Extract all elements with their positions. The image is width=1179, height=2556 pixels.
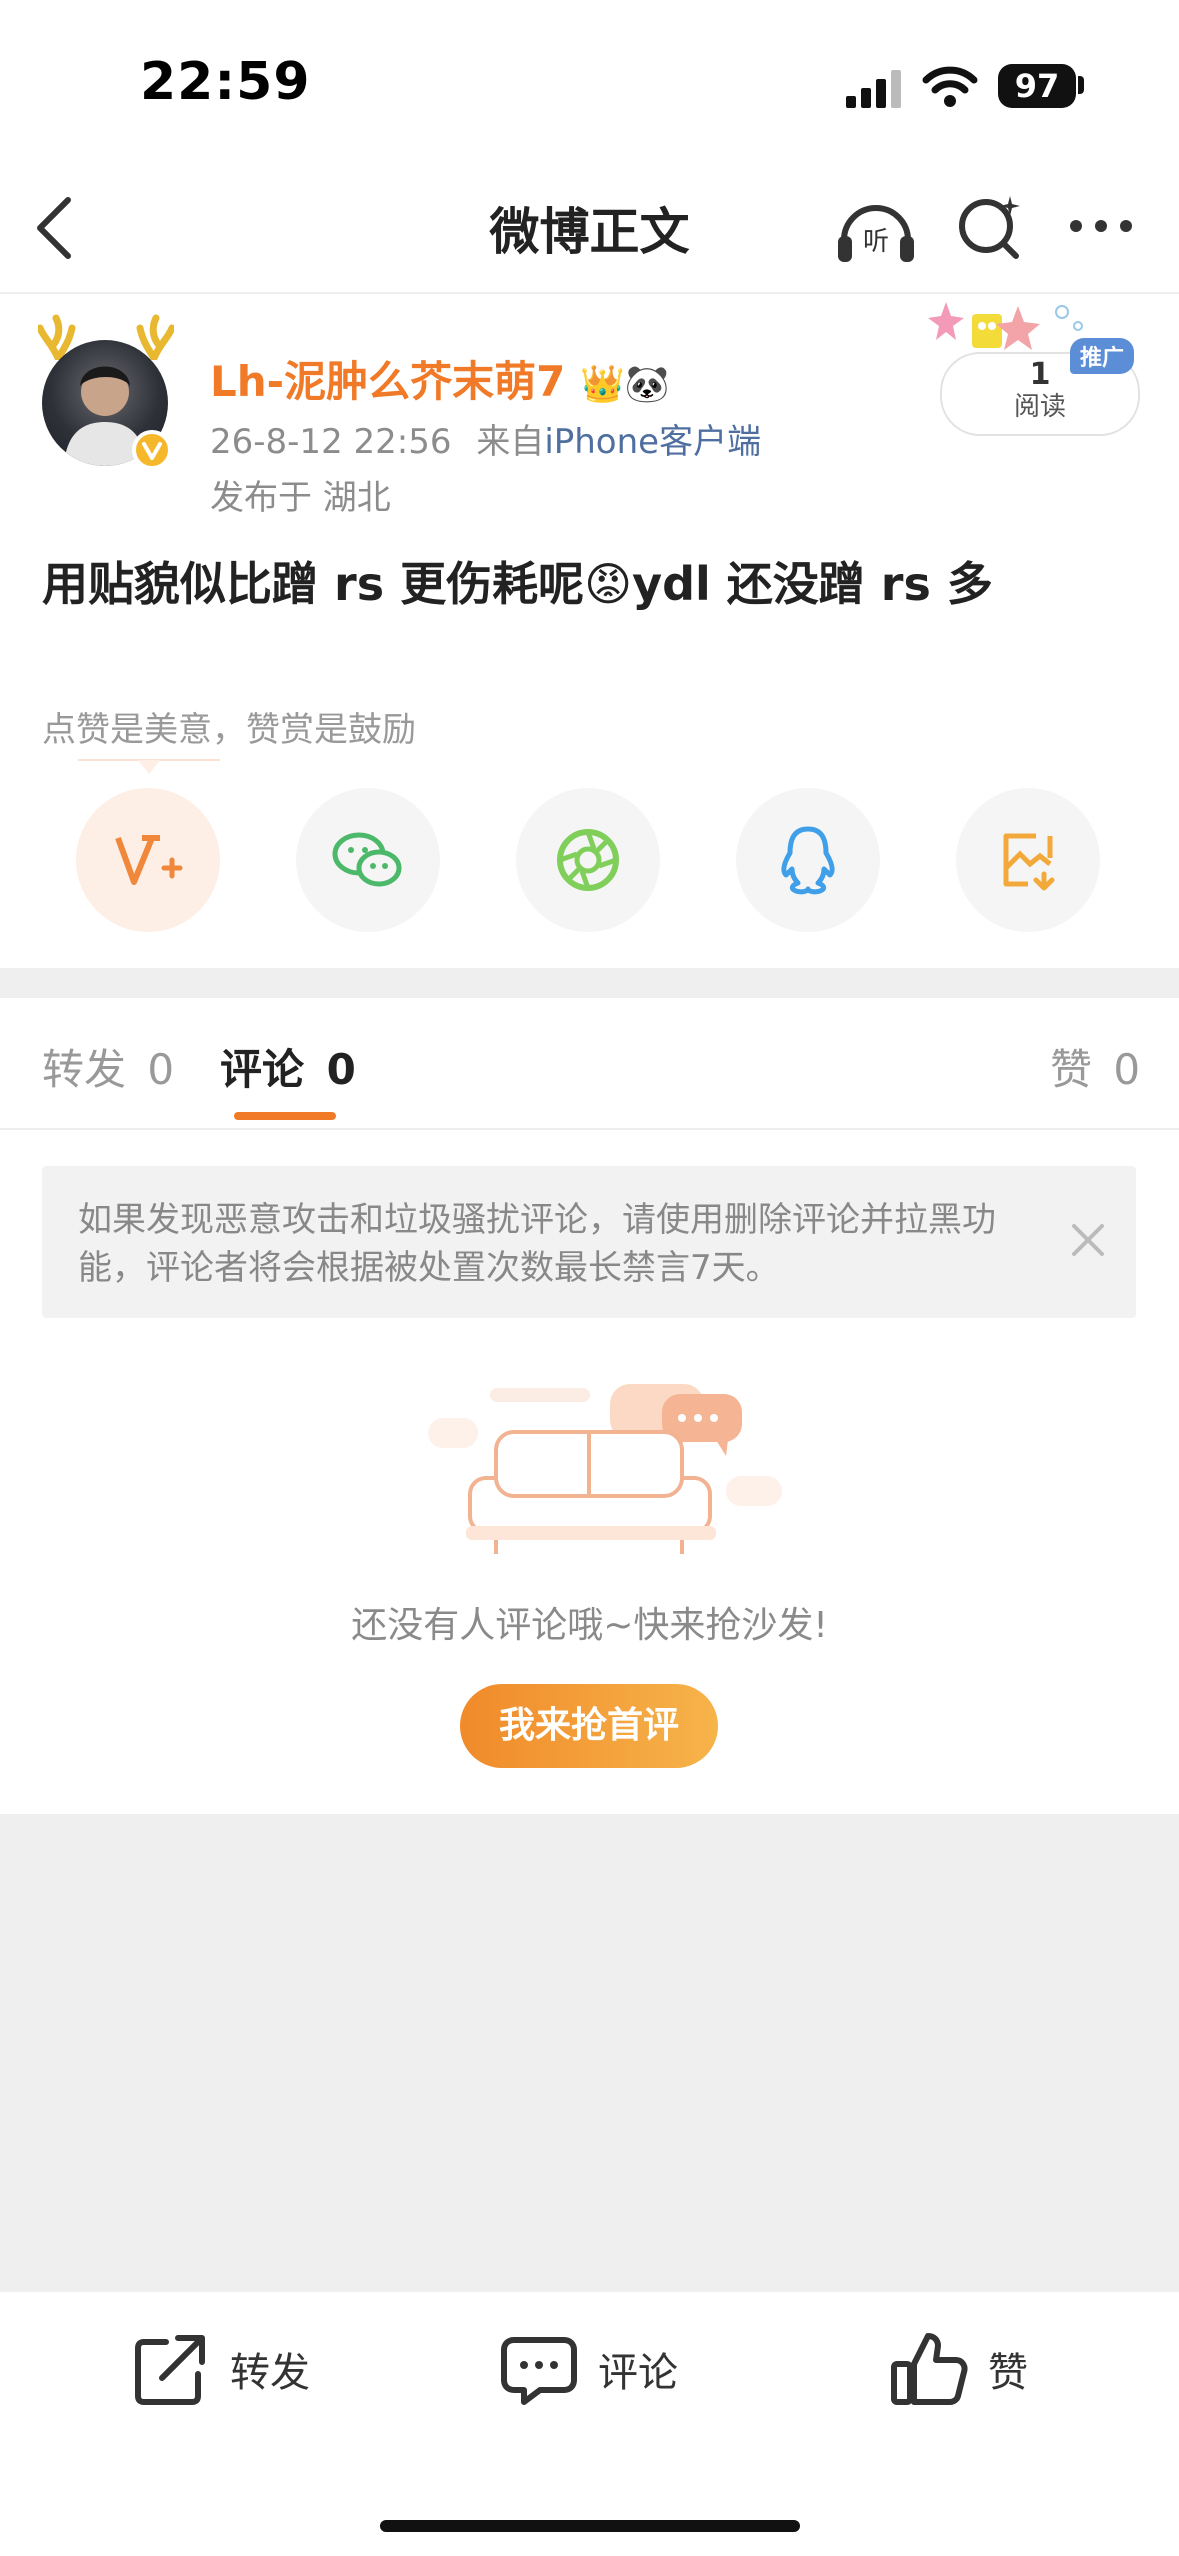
post-content-text-2: ydl 还没蹭 rs 多 <box>632 557 993 611</box>
wechat-icon <box>332 832 402 887</box>
post-content-text-1: 用贴貌似比蹭 rs 更伤耗呢 <box>42 557 585 611</box>
reward-hint: 点赞是美意，赞赏是鼓励 <box>42 710 416 750</box>
battery-tip <box>1078 76 1084 94</box>
username[interactable]: Lh-泥肿么芥末萌7 👑🐼 <box>210 348 670 409</box>
svg-text:听: 听 <box>863 227 889 257</box>
active-tab-indicator <box>234 1112 336 1120</box>
save-image-button[interactable] <box>956 788 1100 932</box>
angry-emoji: 😡 <box>584 557 633 611</box>
tab-comment-label: 评论 <box>220 1045 305 1094</box>
share-qq-button[interactable] <box>736 788 880 932</box>
first-comment-button[interactable]: 我来抢首评 <box>460 1684 718 1768</box>
source-prefix: 来自 <box>476 422 545 462</box>
username-text[interactable]: Lh-泥肿么芥末萌7 <box>210 357 565 406</box>
post-location: 发布于 湖北 <box>210 478 391 518</box>
more-icon[interactable] <box>1068 218 1134 238</box>
read-label: 阅读 <box>1013 392 1066 422</box>
comment-label: 评论 <box>598 2350 678 2396</box>
save-image-icon <box>1003 833 1055 891</box>
nav-divider <box>0 292 1179 294</box>
tab-like[interactable]: 赞 0 <box>1050 1036 1140 1097</box>
repost-icon <box>135 2335 205 2405</box>
listen-icon[interactable]: 听 <box>834 192 918 270</box>
tab-repost-count: 0 <box>147 1045 175 1094</box>
empty-sofa-illustration <box>426 1380 786 1564</box>
battery-indicator: 97 <box>998 64 1076 108</box>
moderation-notice-text: 如果发现恶意攻击和垃圾骚扰评论，请使用删除评论并拉黑功能，评论者将会根据被处置次… <box>78 1200 996 1288</box>
repost-button[interactable]: 转发 <box>132 2330 310 2408</box>
tab-comment-count: 0 <box>326 1045 356 1094</box>
username-emoji-badges: 👑🐼 <box>579 364 670 405</box>
home-indicator <box>380 2520 800 2532</box>
repost-label: 转发 <box>230 2350 310 2396</box>
moderation-notice: 如果发现恶意攻击和垃圾骚扰评论，请使用删除评论并拉黑功能，评论者将会根据被处置次… <box>42 1166 1136 1318</box>
share-moments-button[interactable] <box>516 788 660 932</box>
hint-pointer <box>78 758 220 782</box>
post-meta: 26-8-12 22:56 来自iPhone客户端 <box>210 414 761 463</box>
empty-background-area <box>0 1814 1179 2292</box>
close-icon[interactable] <box>1070 1222 1106 1262</box>
share-wechat-button[interactable] <box>296 788 440 932</box>
thumbs-up-icon <box>891 2333 968 2405</box>
like-label: 赞 <box>988 2350 1028 2396</box>
wifi-icon <box>922 66 978 112</box>
like-button[interactable]: 赞 <box>890 2330 1028 2408</box>
tab-like-label: 赞 <box>1050 1045 1093 1094</box>
post-timestamp: 26-8-12 22:56 <box>210 422 452 462</box>
tab-like-count: 0 <box>1113 1045 1141 1094</box>
signal-icon <box>846 70 904 112</box>
v-plus-reward-icon <box>115 835 183 885</box>
qq-icon <box>781 826 835 895</box>
comment-icon <box>501 2337 577 2405</box>
tab-repost-label: 转发 <box>42 1045 127 1094</box>
search-icon[interactable] <box>954 192 1024 266</box>
moments-icon <box>557 829 619 891</box>
status-time: 22:59 <box>140 52 311 112</box>
tabs-divider <box>0 1128 1179 1130</box>
post-content: 用贴貌似比蹭 rs 更伤耗呢😡ydl 还没蹭 rs 多 <box>42 548 993 614</box>
promo-tag[interactable]: 推广 <box>1070 338 1135 374</box>
empty-comments-text: 还没有人评论哦~快来抢沙发! <box>351 1605 828 1646</box>
tab-comment[interactable]: 评论 0 <box>220 1036 356 1097</box>
tab-repost[interactable]: 转发 0 <box>42 1036 174 1097</box>
section-divider <box>0 968 1179 998</box>
verified-badge-icon <box>132 430 172 474</box>
source-link[interactable]: iPhone客户端 <box>544 422 761 462</box>
comment-button[interactable]: 评论 <box>500 2330 678 2408</box>
reward-button[interactable] <box>76 788 220 932</box>
